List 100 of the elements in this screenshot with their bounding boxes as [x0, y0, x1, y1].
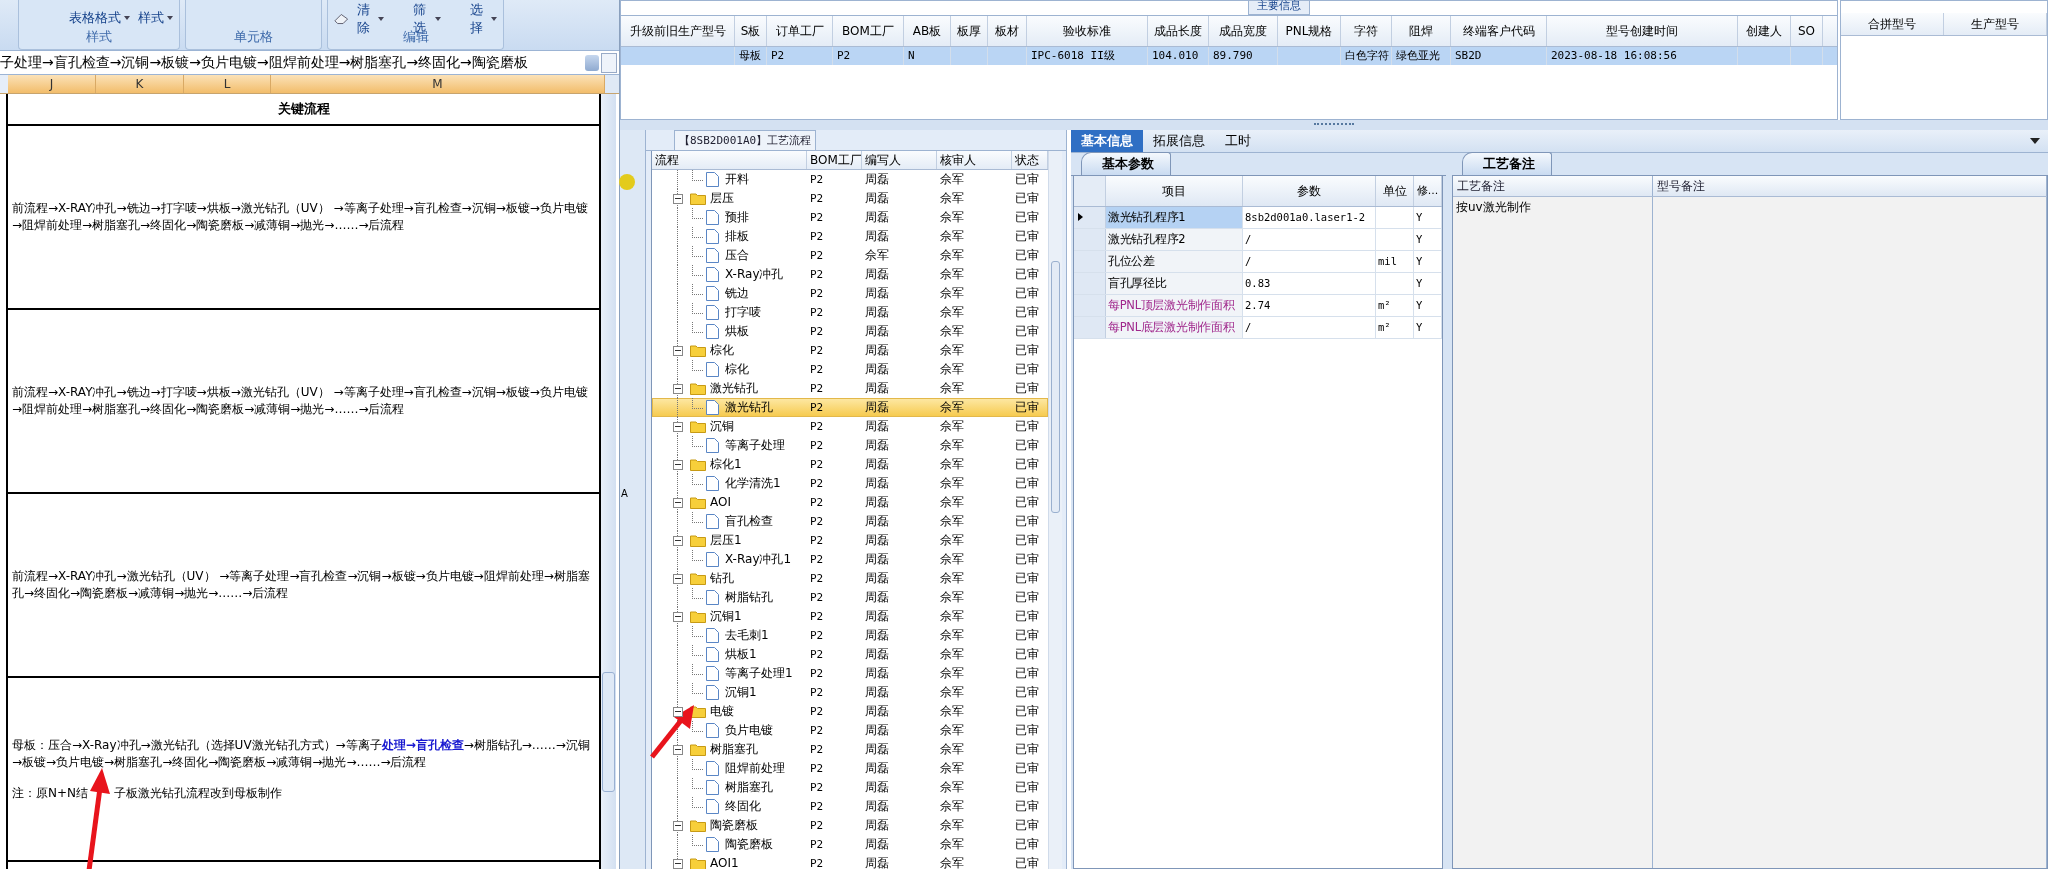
- table-cell: P2: [810, 857, 824, 869]
- column-header[interactable]: 阻焊: [1392, 16, 1451, 46]
- column-header[interactable]: 成品长度: [1148, 16, 1209, 46]
- table-row[interactable]: 母板 P2 P2 N IPC-6018 II级 104.010 89.790 白色字符 绿色亚光 SB2D 2023-08-18 16:08:56: [621, 47, 1837, 65]
- tree-row[interactable]: 树脂塞孔 P2 周磊 佘军 已审: [652, 778, 1048, 797]
- tree-row[interactable]: 阻焊前处理 P2 周磊 佘军 已审: [652, 759, 1048, 778]
- column-header[interactable]: 板材: [988, 16, 1027, 46]
- tab[interactable]: 拓展信息: [1143, 130, 1215, 152]
- panel-tab[interactable]: 基本参数: [1081, 152, 1171, 175]
- row-header[interactable]: [1074, 207, 1106, 228]
- tree-row[interactable]: 压合 P2 佘军 佘军 已审: [652, 246, 1048, 265]
- scrollbar[interactable]: [601, 94, 616, 869]
- collapse-icon[interactable]: [673, 744, 683, 755]
- tree-row[interactable]: X-Ray冲孔1 P2 周磊 佘军 已审: [652, 550, 1048, 569]
- tree-row[interactable]: 棕化 P2 周磊 佘军 已审: [652, 360, 1048, 379]
- tree-row[interactable]: 层压1 P2 周磊 佘军 已审: [652, 531, 1048, 550]
- column-header[interactable]: M: [271, 75, 605, 93]
- column-header[interactable]: 修...: [1414, 176, 1442, 206]
- collapse-icon[interactable]: [673, 497, 683, 508]
- column-header[interactable]: 订单工厂: [767, 16, 833, 46]
- column-header[interactable]: 流程: [652, 151, 807, 169]
- tree-row[interactable]: 激光钻孔 P2 周磊 佘军 已审: [652, 398, 1048, 417]
- tree-row[interactable]: 终固化 P2 周磊 佘军 已审: [652, 797, 1048, 816]
- tree-row[interactable]: 树脂塞孔 P2 周磊 佘军 已审: [652, 740, 1048, 759]
- collapse-icon[interactable]: [673, 383, 683, 394]
- tree-row[interactable]: 陶瓷磨板 P2 周磊 佘军 已审: [652, 835, 1048, 854]
- tree-row[interactable]: 等离子处理1 P2 周磊 佘军 已审: [652, 664, 1048, 683]
- ribbon-button[interactable]: 清除: [332, 0, 387, 38]
- tree-row[interactable]: 盲孔检查 P2 周磊 佘军 已审: [652, 512, 1048, 531]
- column-header[interactable]: 升级前旧生产型号: [621, 16, 735, 46]
- tab[interactable]: 基本信息: [1071, 130, 1143, 152]
- collapse-icon[interactable]: [673, 421, 683, 432]
- formula-bar[interactable]: 子处理→盲孔检查→沉铜→板镀→负片电镀→阻焊前处理→树脂塞孔→终固化→陶瓷磨板: [0, 53, 585, 72]
- collapse-icon[interactable]: [673, 193, 683, 204]
- tree-row[interactable]: 排板 P2 周磊 佘军 已审: [652, 227, 1048, 246]
- column-header[interactable]: SO: [1791, 16, 1823, 46]
- tree-row[interactable]: 层压 P2 周磊 佘军 已审: [652, 189, 1048, 208]
- tree-row[interactable]: 沉铜 P2 周磊 佘军 已审: [652, 417, 1048, 436]
- ribbon-button[interactable]: 样式: [136, 8, 175, 28]
- column-header[interactable]: J: [8, 75, 96, 93]
- collapse-icon[interactable]: [673, 611, 683, 622]
- table-cell: Y: [1416, 255, 1423, 267]
- column-header[interactable]: 型号备注: [1653, 176, 2047, 196]
- tree-row[interactable]: 钻孔 P2 周磊 佘军 已审: [652, 569, 1048, 588]
- tab[interactable]: 工时: [1215, 130, 1261, 152]
- column-header[interactable]: 创建人: [1738, 16, 1791, 46]
- collapse-icon[interactable]: [673, 459, 683, 470]
- tree-row[interactable]: 沉铜1 P2 周磊 佘军 已审: [652, 607, 1048, 626]
- column-header[interactable]: AB板: [904, 16, 951, 46]
- column-header[interactable]: 参数: [1243, 176, 1376, 206]
- tree-row[interactable]: 烘板 P2 周磊 佘军 已审: [652, 322, 1048, 341]
- ribbon-button[interactable]: 表格格式: [67, 8, 132, 28]
- tree-row[interactable]: 棕化 P2 周磊 佘军 已审: [652, 341, 1048, 360]
- tree-row[interactable]: 等离子处理 P2 周磊 佘军 已审: [652, 436, 1048, 455]
- dropdown-icon[interactable]: [2030, 138, 2040, 144]
- tree-row[interactable]: 开料 P2 周磊 佘军 已审: [652, 170, 1048, 189]
- tree-row[interactable]: 沉铜1 P2 周磊 佘军 已审: [652, 683, 1048, 702]
- column-header[interactable]: 生产型号: [1944, 13, 2047, 35]
- tree-row[interactable]: 激光钻孔 P2 周磊 佘军 已审: [652, 379, 1048, 398]
- column-header[interactable]: 合拼型号: [1841, 13, 1944, 35]
- collapse-icon[interactable]: [673, 820, 683, 831]
- ribbon-button[interactable]: 选择: [462, 0, 499, 38]
- tree-row[interactable]: 铣边 P2 周磊 佘军 已审: [652, 284, 1048, 303]
- tree-row[interactable]: 化学清洗1 P2 周磊 佘军 已审: [652, 474, 1048, 493]
- tree-row[interactable]: 树脂钻孔 P2 周磊 佘军 已审: [652, 588, 1048, 607]
- column-header[interactable]: S板: [735, 16, 767, 46]
- collapse-icon[interactable]: [673, 345, 683, 356]
- tree-row[interactable]: 陶瓷磨板 P2 周磊 佘军 已审: [652, 816, 1048, 835]
- tree-row[interactable]: 去毛刺1 P2 周磊 佘军 已审: [652, 626, 1048, 645]
- collapse-icon[interactable]: [673, 858, 683, 869]
- splitter-handle[interactable]: [1314, 122, 1354, 128]
- column-header[interactable]: L: [184, 75, 271, 93]
- column-header[interactable]: K: [96, 75, 184, 93]
- tree-row[interactable]: X-Ray冲孔 P2 周磊 佘军 已审: [652, 265, 1048, 284]
- scrollbar[interactable]: [1048, 151, 1062, 869]
- column-header[interactable]: 编写人: [862, 151, 937, 169]
- collapse-icon[interactable]: [673, 706, 683, 717]
- column-header[interactable]: 验收标准: [1027, 16, 1148, 46]
- collapse-icon[interactable]: [673, 535, 683, 546]
- collapse-icon[interactable]: [673, 573, 683, 584]
- column-header[interactable]: 工艺备注: [1453, 176, 1653, 196]
- column-header[interactable]: PNL规格: [1278, 16, 1341, 46]
- column-header[interactable]: 板厚: [951, 16, 988, 46]
- column-header[interactable]: 核审人: [937, 151, 1012, 169]
- column-header[interactable]: 字符: [1341, 16, 1392, 46]
- column-header[interactable]: 项目: [1106, 176, 1243, 206]
- column-header[interactable]: 型号创建时间: [1547, 16, 1738, 46]
- tree-row[interactable]: AOI1 P2 周磊 佘军 已审: [652, 854, 1048, 869]
- tree-row[interactable]: 预排 P2 周磊 佘军 已审: [652, 208, 1048, 227]
- column-header[interactable]: 单位: [1376, 176, 1414, 206]
- tree-row[interactable]: AOI P2 周磊 佘军 已审: [652, 493, 1048, 512]
- tree-row[interactable]: 棕化1 P2 周磊 佘军 已审: [652, 455, 1048, 474]
- column-header[interactable]: 终端客户代码: [1451, 16, 1547, 46]
- panel-tab[interactable]: 工艺备注: [1462, 152, 1552, 175]
- column-header[interactable]: 成品宽度: [1209, 16, 1278, 46]
- column-header[interactable]: BOM工厂: [833, 16, 904, 46]
- tree-row[interactable]: 打字唛 P2 周磊 佘军 已审: [652, 303, 1048, 322]
- tree-row[interactable]: 烘板1 P2 周磊 佘军 已审: [652, 645, 1048, 664]
- column-header[interactable]: BOM工厂: [807, 151, 862, 169]
- panel-tab[interactable]: 【8SB2D001A0】工艺流程: [674, 130, 817, 150]
